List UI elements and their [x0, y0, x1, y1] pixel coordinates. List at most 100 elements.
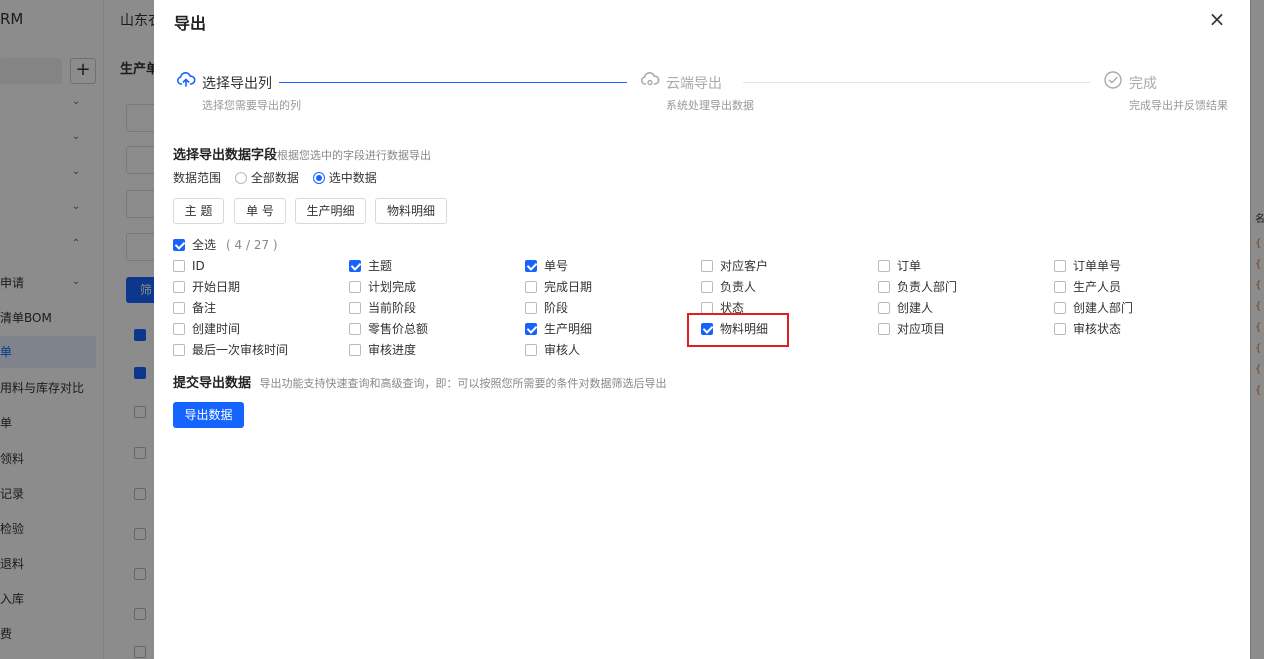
radio-selected-data[interactable]	[312, 172, 325, 184]
field-checkbox-item[interactable]: 当前阶段	[349, 300, 509, 318]
field-checkbox-item[interactable]: 订单	[878, 258, 1038, 276]
checkbox[interactable]	[525, 344, 537, 356]
quick-select-production-detail-button[interactable]: 生产明细	[295, 198, 366, 224]
field-checkbox-item[interactable]: 负责人	[701, 279, 861, 297]
checkbox[interactable]	[349, 344, 361, 356]
data-range-label: 数据范围	[173, 171, 222, 185]
checkbox[interactable]	[1054, 281, 1066, 293]
field-checkbox-item[interactable]: 主题	[349, 258, 509, 276]
step-connector-inactive	[743, 82, 1090, 83]
field-checkbox-item[interactable]: 创建人部门	[1054, 300, 1214, 318]
checkbox[interactable]	[525, 260, 537, 272]
select-fields-subtitle: 根据您选中的字段进行数据导出	[277, 149, 432, 162]
field-label: 负责人	[720, 280, 757, 294]
select-all-label: 全选	[192, 238, 217, 252]
radio-all-data-label[interactable]: 全部数据	[251, 171, 299, 185]
field-checkbox-item[interactable]: 阶段	[525, 300, 685, 318]
field-label: 订单单号	[1073, 259, 1122, 273]
checkbox[interactable]	[349, 302, 361, 314]
checkbox[interactable]	[1054, 323, 1066, 335]
field-checkbox-item[interactable]: 零售价总额	[349, 321, 509, 339]
checkbox[interactable]	[878, 323, 890, 335]
field-label: 开始日期	[192, 280, 241, 294]
checkbox[interactable]	[878, 260, 890, 272]
checkbox[interactable]	[701, 281, 713, 293]
field-checkbox-item[interactable]: 负责人部门	[878, 279, 1038, 297]
checkbox[interactable]	[1054, 260, 1066, 272]
field-label: 创建时间	[192, 322, 241, 336]
close-icon[interactable]: ×	[1206, 8, 1228, 30]
checkbox[interactable]	[173, 302, 185, 314]
field-label: 生产人员	[1073, 280, 1122, 294]
field-label: 完成日期	[544, 280, 593, 294]
field-checkbox-item[interactable]: 计划完成	[349, 279, 509, 297]
field-label: 生产明细	[544, 322, 593, 336]
quick-select-subject-button[interactable]: 主 题	[173, 198, 224, 224]
checkbox[interactable]	[349, 281, 361, 293]
check-circle-icon	[1103, 70, 1123, 90]
checkbox[interactable]	[349, 323, 361, 335]
export-dialog: 导出 × 选择导出列 选择您需要导出的列 云端导出 系统处理导出数据 完成 完成…	[154, 0, 1250, 659]
checkbox[interactable]	[349, 260, 361, 272]
checkbox[interactable]	[173, 239, 185, 251]
field-checkbox-item[interactable]: 创建时间	[173, 321, 333, 339]
checkbox[interactable]	[173, 281, 185, 293]
radio-all-data[interactable]	[234, 172, 247, 184]
field-checkbox-item[interactable]: 开始日期	[173, 279, 333, 297]
checkbox[interactable]	[525, 323, 537, 335]
field-checkbox-item[interactable]: 完成日期	[525, 279, 685, 297]
dialog-title: 导出	[174, 14, 207, 33]
field-label: 负责人部门	[897, 280, 958, 294]
cloud-icon	[640, 70, 660, 90]
radio-selected-data-label[interactable]: 选中数据	[329, 171, 377, 185]
field-label: 主题	[368, 259, 393, 273]
checkbox[interactable]	[173, 323, 185, 335]
checkbox[interactable]	[525, 302, 537, 314]
field-checkbox-item[interactable]: 订单单号	[1054, 258, 1214, 276]
checkbox[interactable]	[878, 281, 890, 293]
checkbox[interactable]	[173, 260, 185, 272]
submit-heading: 提交导出数据	[173, 376, 252, 391]
field-label: 阶段	[544, 301, 569, 315]
select-fields-title: 选择导出数据字段根据您选中的字段进行数据导出	[173, 144, 431, 163]
checkbox[interactable]	[701, 260, 713, 272]
field-label: 对应客户	[720, 259, 769, 273]
field-label: 对应项目	[897, 322, 946, 336]
quick-select-material-detail-button[interactable]: 物料明细	[375, 198, 447, 224]
step-label: 完成	[1129, 76, 1157, 92]
field-checkbox-item[interactable]: 对应客户	[701, 258, 861, 276]
checkbox[interactable]	[878, 302, 890, 314]
field-checkbox-item[interactable]: 最后一次审核时间	[173, 342, 333, 360]
field-checkbox-item[interactable]: 审核状态	[1054, 321, 1214, 339]
checkbox[interactable]	[525, 281, 537, 293]
export-data-button[interactable]: 导出数据	[173, 402, 244, 428]
field-checkbox-item[interactable]: 创建人	[878, 300, 1038, 318]
field-label: 审核人	[544, 343, 581, 357]
field-label: 单号	[544, 259, 569, 273]
select-all-checkbox[interactable]: 全选 ( 4 / 27 )	[173, 237, 293, 255]
field-checkbox-item[interactable]: 生产明细	[525, 321, 685, 339]
field-label: 备注	[192, 301, 217, 315]
quick-select-number-button[interactable]: 单 号	[234, 198, 286, 224]
field-label: 零售价总额	[368, 322, 429, 336]
field-checkbox-item[interactable]: 审核进度	[349, 342, 509, 360]
field-checkbox-item[interactable]: 审核人	[525, 342, 685, 360]
field-checkbox-item[interactable]: 对应项目	[878, 321, 1038, 339]
highlight-box	[687, 313, 789, 347]
field-label: 订单	[897, 259, 922, 273]
field-checkbox-item[interactable]: 单号	[525, 258, 685, 276]
checkbox[interactable]	[173, 344, 185, 356]
field-label: 当前阶段	[368, 301, 417, 315]
field-label: 计划完成	[368, 280, 417, 294]
field-label: 审核进度	[368, 343, 417, 357]
field-checkbox-item[interactable]: 生产人员	[1054, 279, 1214, 297]
select-fields-heading: 选择导出数据字段	[173, 148, 278, 163]
data-range-row: 数据范围 全部数据 选中数据	[173, 169, 377, 186]
submit-title: 提交导出数据 导出功能支持快速查询和高级查询，即：可以按照您所需要的条件对数据筛…	[173, 372, 667, 391]
field-label: 创建人	[897, 301, 934, 315]
field-checkbox-item[interactable]: 备注	[173, 300, 333, 318]
step-desc: 系统处理导出数据	[666, 99, 754, 112]
submit-subtitle: 导出功能支持快速查询和高级查询，即：可以按照您所需要的条件对数据筛选后导出	[259, 377, 667, 390]
checkbox[interactable]	[1054, 302, 1066, 314]
field-checkbox-item[interactable]: ID	[173, 258, 333, 276]
